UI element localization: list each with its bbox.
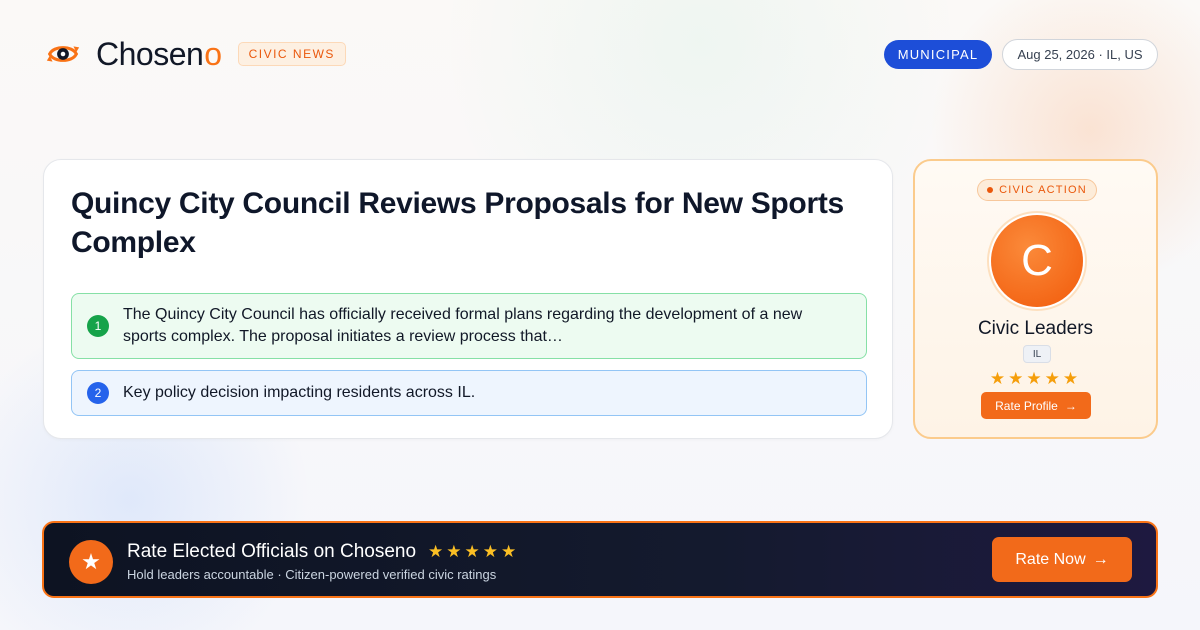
point-number: 2 — [87, 382, 109, 404]
brand-name: Chosen — [96, 35, 204, 72]
rate-now-label: Rate Now — [1015, 550, 1086, 568]
banner-rating-stars: ★★★★★ — [428, 542, 520, 561]
banner-title-row: Rate Elected Officials on Choseno ★★★★★ — [127, 541, 519, 563]
point-text: The Quincy City Council has officially r… — [123, 306, 803, 345]
dot-icon — [987, 187, 994, 193]
banner-title: Rate Elected Officials on Choseno — [127, 541, 417, 562]
article-card: Quincy City Council Reviews Proposals fo… — [43, 159, 893, 439]
avatar: C — [991, 215, 1083, 307]
point-text: Key policy decision impacting residents … — [123, 384, 476, 401]
brand-logo[interactable]: Chosen o CIVIC NEWS — [44, 34, 346, 74]
section-badge: CIVIC NEWS — [237, 42, 346, 66]
rate-profile-label: Rate Profile — [995, 398, 1058, 413]
civic-action-label: CIVIC ACTION — [999, 184, 1087, 196]
category-badge[interactable]: MUNICIPAL — [884, 40, 992, 69]
article-point: 1 The Quincy City Council has officially… — [71, 293, 867, 359]
civic-action-badge: CIVIC ACTION — [977, 179, 1097, 201]
cta-banner: ★ Rate Elected Officials on Choseno ★★★★… — [42, 521, 1158, 598]
arrow-right-icon: → — [1092, 550, 1109, 568]
article-point: 2 Key policy decision impacting resident… — [71, 370, 867, 416]
state-chip: IL — [1023, 345, 1051, 363]
banner-subtitle: Hold leaders accountable · Citizen-power… — [127, 567, 497, 582]
civic-action-card: CIVIC ACTION C Civic Leaders IL ★★★★★ Ra… — [913, 159, 1158, 439]
date-location-badge: Aug 25, 2026 · IL, US — [1002, 39, 1158, 70]
rate-profile-button[interactable]: Rate Profile → — [981, 392, 1091, 419]
brand-name-accent: o — [204, 35, 222, 72]
arrow-right-icon: → — [1064, 398, 1077, 413]
point-number: 1 — [87, 315, 109, 337]
rate-now-button[interactable]: Rate Now → — [992, 537, 1132, 582]
rating-stars: ★★★★★ — [989, 369, 1082, 388]
profile-name: Civic Leaders — [977, 318, 1094, 339]
eye-refresh-icon — [46, 46, 80, 62]
article-headline: Quincy City Council Reviews Proposals fo… — [71, 187, 844, 259]
star-icon: ★ — [69, 540, 113, 584]
avatar-ring: C — [987, 211, 1087, 311]
